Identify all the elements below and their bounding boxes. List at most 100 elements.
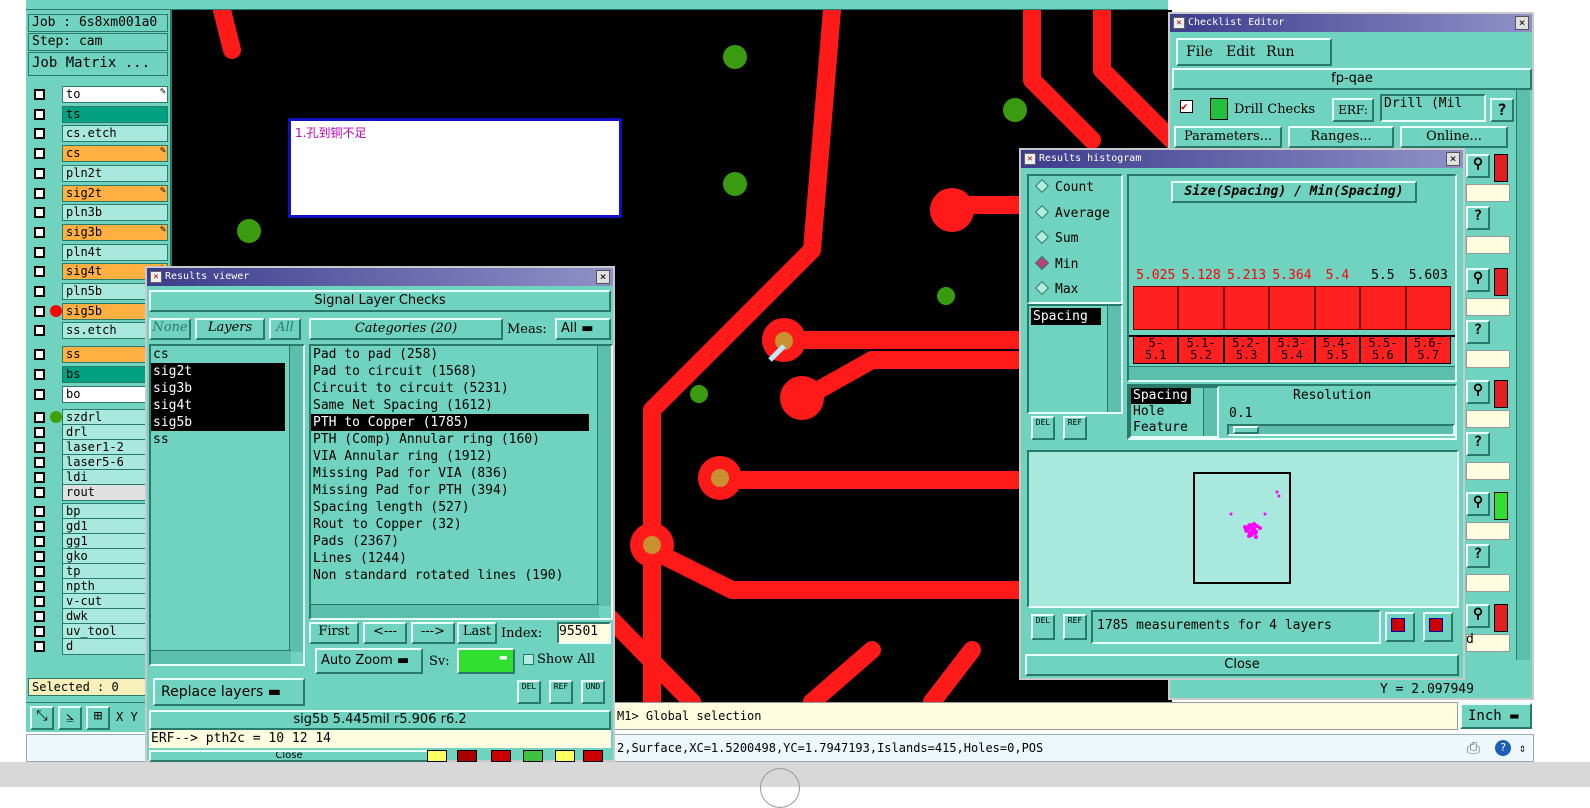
option-item[interactable]: Feature bbox=[1131, 420, 1191, 436]
option-scrollbar[interactable] bbox=[1203, 388, 1217, 436]
layer-checkbox[interactable] bbox=[34, 349, 45, 361]
parameters-button[interactable]: Parameters... bbox=[1174, 126, 1282, 148]
layer-checkbox[interactable] bbox=[34, 187, 45, 199]
layer-checkbox[interactable] bbox=[34, 641, 45, 653]
hist-ref-button[interactable]: REF bbox=[1063, 416, 1087, 440]
hist-del-button[interactable]: DEL bbox=[1031, 416, 1055, 440]
layer-name[interactable]: ts bbox=[62, 105, 168, 123]
mode-radio[interactable]: Min bbox=[1034, 255, 1078, 272]
category-item[interactable]: VIA Annular ring (1912) bbox=[311, 448, 589, 465]
check-value-field[interactable] bbox=[1466, 410, 1510, 428]
check-value-field[interactable] bbox=[1466, 574, 1510, 592]
zoom-icon[interactable]: ⚲ bbox=[1466, 380, 1490, 404]
chart-hscrollbar[interactable] bbox=[1129, 366, 1455, 380]
layer-checkbox[interactable] bbox=[34, 472, 45, 484]
layer-list-item[interactable]: sig2t bbox=[151, 363, 285, 380]
layer-name[interactable]: pln3b bbox=[62, 204, 168, 222]
resize-icon[interactable]: ⇕ bbox=[1519, 735, 1526, 761]
export-icon[interactable] bbox=[1385, 612, 1415, 642]
layer-row[interactable]: sig2t ✎ bbox=[32, 184, 168, 202]
sv-select[interactable]: ▬ bbox=[457, 648, 515, 674]
undo-button[interactable]: UND bbox=[581, 680, 605, 704]
layer-checkbox[interactable] bbox=[34, 128, 45, 140]
close-icon[interactable]: × bbox=[596, 270, 610, 284]
layer-checkbox[interactable] bbox=[34, 566, 45, 578]
layer-checkbox[interactable] bbox=[34, 611, 45, 623]
layer-checkbox[interactable] bbox=[34, 521, 45, 533]
layer-checkbox[interactable] bbox=[34, 412, 45, 424]
layer-row[interactable]: cs ✎ bbox=[32, 145, 168, 163]
layers-hscrollbar[interactable] bbox=[151, 650, 291, 664]
help-button[interactable]: ? bbox=[1490, 98, 1514, 122]
check-value-field[interactable] bbox=[1466, 184, 1510, 202]
category-item[interactable]: Missing Pad for VIA (836) bbox=[311, 465, 589, 482]
layer-checkbox[interactable] bbox=[34, 596, 45, 608]
del-button[interactable]: DEL bbox=[517, 680, 541, 704]
layer-checkbox[interactable] bbox=[34, 286, 45, 297]
next-button[interactable]: ---> bbox=[411, 622, 455, 644]
field-scrollbar[interactable] bbox=[1107, 306, 1121, 412]
all-button[interactable]: All bbox=[269, 318, 301, 340]
replace-layers-select[interactable]: Replace layers ▬ bbox=[153, 678, 305, 706]
layer-checkbox[interactable] bbox=[34, 551, 45, 563]
first-button[interactable]: First bbox=[309, 622, 359, 644]
layer-list-item[interactable]: sig5b bbox=[151, 414, 285, 431]
layer-name[interactable]: pln4t bbox=[62, 243, 168, 261]
menu-run[interactable]: Run bbox=[1266, 44, 1295, 60]
layer-checkbox[interactable] bbox=[34, 506, 45, 518]
layer-row[interactable]: ts bbox=[32, 105, 168, 123]
help-button[interactable]: ? bbox=[1466, 432, 1490, 456]
help-button[interactable]: ? bbox=[1466, 320, 1490, 344]
layer-list-item[interactable]: sig3b bbox=[151, 380, 285, 397]
check-value-field[interactable] bbox=[1466, 522, 1510, 540]
help-button[interactable]: ? bbox=[1466, 544, 1490, 568]
layer-name[interactable]: to bbox=[62, 86, 168, 103]
layer-row[interactable]: sig3b ✎ bbox=[32, 223, 168, 241]
layers-button[interactable]: Layers bbox=[195, 318, 265, 340]
layer-row[interactable]: pln4t bbox=[32, 243, 168, 261]
category-item[interactable]: Spacing length (527) bbox=[311, 499, 589, 516]
check-enabled-checkbox[interactable]: ✔ bbox=[1180, 100, 1193, 113]
layer-checkbox[interactable] bbox=[34, 207, 45, 219]
categories-hscrollbar[interactable] bbox=[311, 604, 599, 618]
layer-checkbox[interactable] bbox=[34, 442, 45, 454]
last-button[interactable]: Last bbox=[457, 622, 497, 644]
units-select[interactable]: Inch ▬ bbox=[1460, 703, 1532, 729]
erf-value[interactable]: Drill (Mil bbox=[1380, 94, 1486, 122]
yellow-icon[interactable] bbox=[427, 750, 447, 762]
layer-list-item[interactable]: ss bbox=[151, 431, 285, 448]
chart-icon[interactable] bbox=[583, 750, 603, 762]
category-item[interactable]: Lines (1244) bbox=[311, 550, 589, 567]
ref-button[interactable]: REF bbox=[549, 680, 573, 704]
menu-file[interactable]: File bbox=[1186, 44, 1213, 60]
category-item[interactable]: Pad to circuit (1568) bbox=[311, 363, 589, 380]
layer-checkbox[interactable] bbox=[34, 108, 45, 120]
check-value-field[interactable] bbox=[1466, 298, 1510, 316]
categories-scrollbar[interactable] bbox=[597, 346, 611, 606]
layer-list-item[interactable]: sig4t bbox=[151, 397, 285, 414]
category-item[interactable]: Non standard rotated lines (190) bbox=[311, 567, 589, 584]
layer-checkbox[interactable] bbox=[34, 388, 45, 400]
prev-button[interactable]: <--- bbox=[363, 622, 407, 644]
layer-checkbox[interactable] bbox=[34, 536, 45, 548]
layer-checkbox[interactable] bbox=[34, 89, 45, 100]
zoom-icon[interactable]: ⚲ bbox=[1466, 154, 1490, 178]
check-value-field[interactable] bbox=[1466, 350, 1510, 368]
option-item[interactable]: Spacing bbox=[1131, 388, 1191, 404]
histogram-close-button[interactable]: Close bbox=[1025, 654, 1459, 676]
layer-checkbox[interactable] bbox=[34, 457, 45, 469]
help-icon[interactable]: ? bbox=[1495, 740, 1511, 756]
layers-scrollbar[interactable] bbox=[289, 346, 303, 652]
layer-checkbox[interactable] bbox=[34, 305, 45, 317]
job-matrix-button[interactable]: Job Matrix ... bbox=[28, 52, 168, 76]
green-icon[interactable] bbox=[523, 750, 543, 762]
preview-del-button[interactable]: DEL bbox=[1031, 614, 1055, 640]
check-value-field[interactable] bbox=[1466, 236, 1510, 254]
layer-checkbox[interactable] bbox=[34, 487, 45, 499]
layer-name[interactable]: sig3b bbox=[62, 223, 168, 241]
erf-button[interactable]: ERF: bbox=[1332, 98, 1374, 122]
none-button[interactable]: None bbox=[149, 318, 191, 340]
category-item[interactable]: Pads (2367) bbox=[311, 533, 589, 550]
histogram-bar[interactable] bbox=[1360, 286, 1406, 330]
mode-radio[interactable]: Sum bbox=[1034, 229, 1078, 246]
